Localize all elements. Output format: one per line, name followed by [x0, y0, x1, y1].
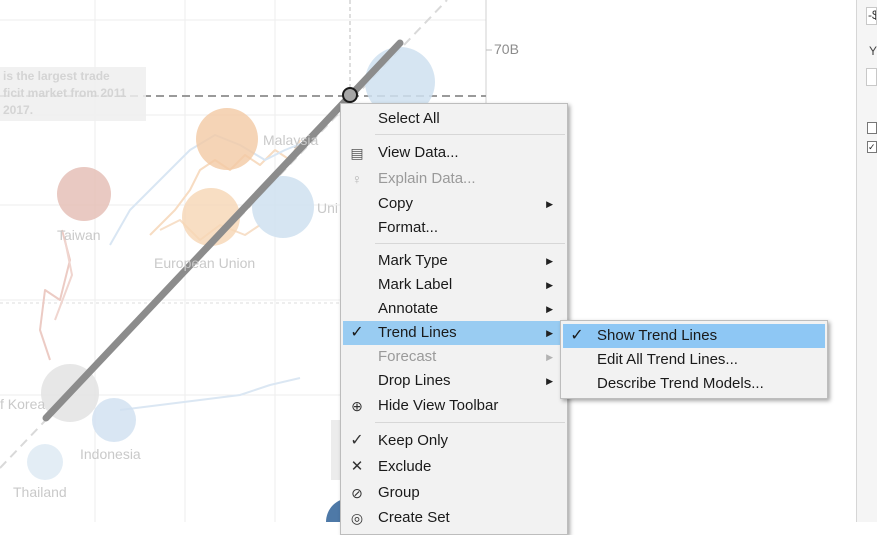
submenu-item-label: Describe Trend Models...: [597, 375, 764, 392]
menu-item-label: Drop Lines: [378, 372, 451, 389]
menu-item-label: Copy: [378, 195, 414, 212]
menu-item-mark-label[interactable]: Mark Label ▶: [343, 273, 565, 297]
history-path-blue-2: [119, 377, 301, 411]
country-label-united: Uni: [317, 200, 339, 216]
zoom-icon: ⊕: [351, 398, 363, 414]
lightbulb-icon: ♀: [351, 171, 363, 187]
menu-item-label: Group: [378, 484, 420, 501]
set-icon: ◎: [350, 510, 364, 526]
right-panel-field[interactable]: -$: [866, 7, 877, 25]
menu-item-mark-type[interactable]: Mark Type ▶: [343, 249, 565, 273]
y-axis-label-70b: 70B: [494, 41, 519, 57]
right-panel-checkbox-1[interactable]: [867, 122, 877, 134]
context-menu: Select All ▤ View Data... ♀ Explain Data…: [340, 103, 568, 535]
menu-separator: [375, 422, 565, 423]
menu-item-label: Annotate: [378, 300, 439, 317]
menu-separator: [375, 134, 565, 135]
submenu-arrow-icon: ▶: [546, 304, 553, 314]
submenu-item-describe-trend-models[interactable]: Describe Trend Models...: [563, 372, 825, 396]
bubble-taiwan: [57, 167, 111, 221]
menu-item-label: View Data...: [378, 144, 459, 161]
bubble-malaysia: [196, 108, 258, 170]
submenu-arrow-icon: ▶: [546, 256, 553, 266]
selected-mark[interactable]: [342, 87, 358, 103]
country-label-indonesia: Indonesia: [80, 446, 141, 462]
menu-item-label: Select All: [378, 110, 440, 127]
bubble-indonesia: [92, 398, 136, 442]
country-label-taiwan: Taiwan: [57, 227, 101, 243]
menu-item-exclude[interactable]: ✕ Exclude: [343, 455, 565, 479]
right-panel-dropdown[interactable]: [866, 68, 877, 86]
menu-item-explain-data[interactable]: ♀ Explain Data...: [343, 167, 565, 191]
menu-item-label: Forecast: [378, 348, 437, 365]
menu-separator: [375, 243, 565, 244]
menu-item-label: Exclude: [378, 458, 432, 475]
menu-item-label: Trend Lines: [378, 324, 457, 341]
trend-lines-submenu: ✓ Show Trend Lines Edit All Trend Lines.…: [560, 320, 828, 399]
menu-item-drop-lines[interactable]: Drop Lines ▶: [343, 369, 565, 393]
menu-item-view-data[interactable]: ▤ View Data...: [343, 141, 565, 165]
menu-item-select-all[interactable]: Select All: [343, 107, 565, 131]
menu-item-trend-lines[interactable]: ✓ Trend Lines ▶: [343, 321, 565, 345]
menu-item-annotate[interactable]: Annotate ▶: [343, 297, 565, 321]
menu-item-label: Hide View Toolbar: [378, 397, 499, 414]
country-label-malaysia: Malaysia: [263, 132, 319, 148]
right-panel-checkbox-2[interactable]: ✓: [867, 141, 877, 153]
submenu-arrow-icon: ▶: [546, 328, 553, 338]
submenu-item-edit-all-trend-lines[interactable]: Edit All Trend Lines...: [563, 348, 825, 372]
check-icon: ✓: [350, 324, 364, 341]
menu-item-label: Keep Only: [378, 432, 449, 449]
history-path-red-2: [54, 239, 73, 321]
chart-annotation[interactable]: is the largest trade ficit market from 2…: [0, 67, 146, 121]
country-label-korea: f Korea: [0, 396, 46, 412]
menu-item-create-set[interactable]: ◎ Create Set: [343, 506, 565, 530]
menu-item-copy[interactable]: Copy ▶: [343, 192, 565, 216]
paperclip-icon: ⊘: [351, 485, 363, 501]
submenu-arrow-icon: ▶: [546, 376, 553, 386]
check-icon: ✓: [350, 432, 364, 449]
submenu-item-show-trend-lines[interactable]: ✓ Show Trend Lines: [563, 324, 825, 348]
submenu-arrow-icon: ▶: [546, 280, 553, 290]
menu-item-hide-view-toolbar[interactable]: ⊕ Hide View Toolbar: [343, 394, 565, 418]
submenu-item-label: Edit All Trend Lines...: [597, 351, 738, 368]
submenu-arrow-icon: ▶: [546, 199, 553, 209]
country-label-thailand: Thailand: [13, 484, 67, 500]
check-icon: ✓: [570, 327, 584, 344]
table-icon: ▤: [350, 145, 364, 161]
menu-item-label: Create Set: [378, 509, 450, 526]
menu-item-group[interactable]: ⊘ Group: [343, 481, 565, 505]
menu-item-label: Format...: [378, 219, 439, 236]
menu-item-label: Mark Type: [378, 252, 448, 269]
menu-item-keep-only[interactable]: ✓ Keep Only: [343, 429, 565, 453]
menu-item-forecast[interactable]: Forecast ▶: [343, 345, 565, 369]
x-icon: ✕: [350, 458, 364, 475]
submenu-arrow-icon: ▶: [546, 352, 553, 362]
right-panel-label: Y: [869, 44, 877, 58]
menu-item-label: Mark Label: [378, 276, 453, 293]
country-label-european-union: European Union: [154, 255, 256, 271]
submenu-item-label: Show Trend Lines: [597, 327, 718, 344]
menu-item-format[interactable]: Format...: [343, 216, 565, 240]
bubble-thailand: [27, 444, 63, 480]
menu-item-label: Explain Data...: [378, 170, 476, 187]
